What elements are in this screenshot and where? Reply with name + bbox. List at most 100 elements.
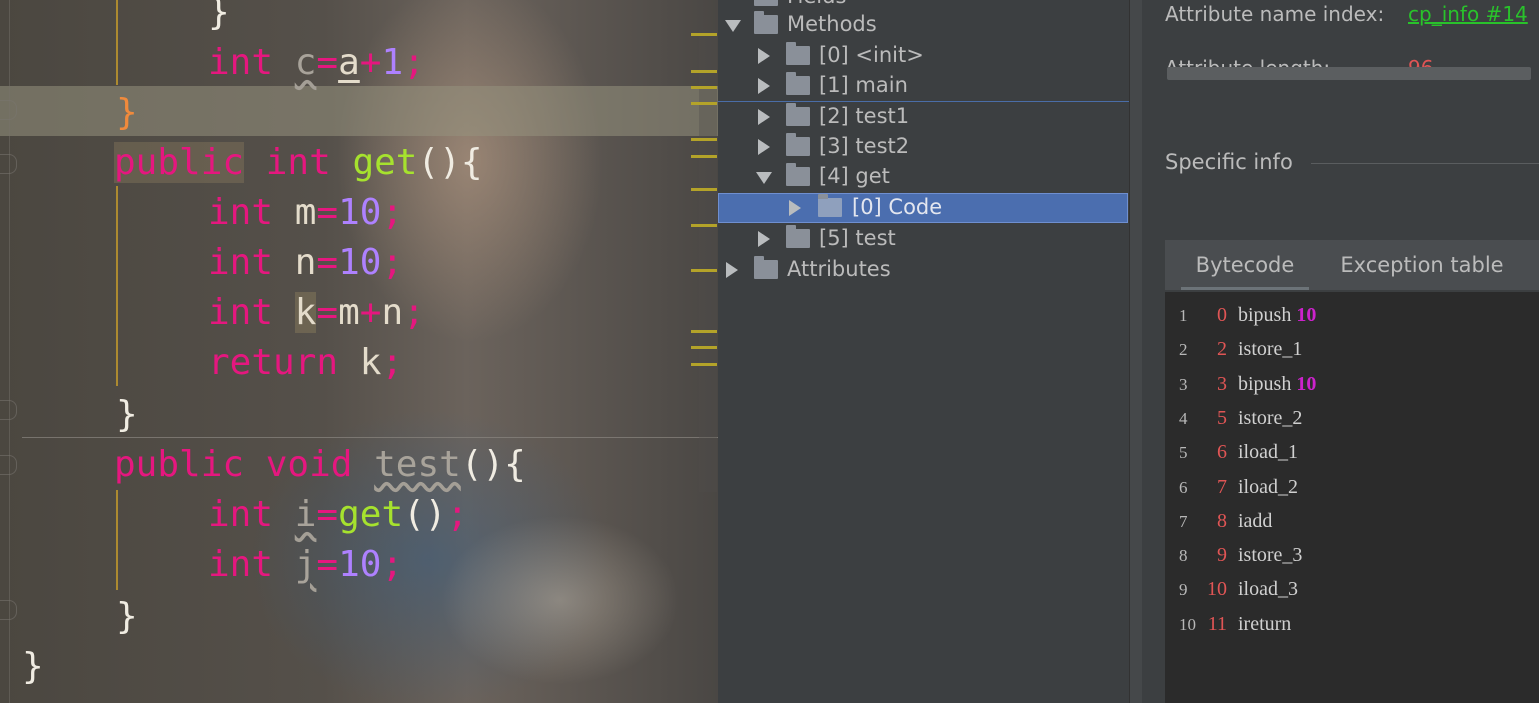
attribute-name-index-link[interactable]: cp_info #14 (1408, 2, 1528, 26)
tab-exception-table[interactable]: Exception table (1331, 240, 1513, 290)
error-stripe-marker[interactable] (691, 330, 717, 333)
code-token: 10 (338, 544, 382, 585)
chevron-down-icon[interactable] (756, 172, 772, 184)
tree-node-label: [1] main (819, 73, 908, 97)
code-line[interactable]: int m=10; (208, 188, 403, 238)
code-token: () (403, 494, 447, 535)
chevron-right-icon[interactable] (758, 78, 770, 94)
bytecode-opcode: iadd (1238, 509, 1273, 532)
code-token: m (338, 292, 360, 333)
code-token: ; (446, 494, 469, 535)
code-line[interactable]: int i=get(); (208, 490, 468, 540)
attribute-info-panel: Attribute name index: cp_info #14 Attrib… (1165, 0, 1539, 703)
fold-marker-icon[interactable] (0, 100, 17, 120)
tree-node-attributes[interactable]: Attributes (718, 255, 1129, 285)
tree-node-label: [3] test2 (819, 134, 910, 158)
code-token: ; (403, 42, 425, 83)
folder-icon (754, 11, 778, 34)
bytecode-offset: 5 (1217, 406, 1227, 429)
chevron-right-icon[interactable] (726, 262, 738, 278)
bytecode-opcode: istore_1 (1238, 338, 1303, 361)
bytecode-row: 10 11 ireturn (1165, 611, 1539, 645)
indent-guide (116, 186, 118, 386)
error-stripe-marker[interactable] (691, 346, 717, 349)
error-stripe-marker[interactable] (691, 155, 717, 158)
bytecode-listing: 1 0 bipush 10 2 2 istore_1 3 3 bipush 10 4 5 istore… (1165, 292, 1539, 703)
code-token: c (294, 42, 317, 83)
section-divider (1311, 163, 1539, 164)
error-stripe-marker[interactable] (691, 138, 717, 141)
code-token: i (294, 494, 317, 535)
bytecode-offset: 0 (1217, 304, 1227, 326)
splitter[interactable] (1129, 0, 1166, 703)
code-line[interactable]: return k; (208, 338, 403, 388)
code-token: public (114, 142, 245, 183)
error-stripe-marker[interactable] (691, 86, 717, 89)
error-stripe-marker[interactable] (691, 188, 717, 191)
editor-scrollbar[interactable] (699, 30, 717, 492)
tab-bytecode[interactable]: Bytecode (1181, 240, 1309, 290)
folder-icon (786, 72, 810, 95)
chevron-down-icon[interactable] (725, 20, 741, 32)
error-stripe-marker[interactable] (691, 70, 717, 73)
bytecode-operand: 10 (1296, 372, 1317, 395)
error-stripe-marker[interactable] (691, 33, 717, 36)
chevron-right-icon[interactable] (758, 48, 770, 64)
code-token: int (208, 292, 274, 333)
chevron-right-icon[interactable] (758, 231, 770, 247)
tree-node-method[interactable]: [2] test1 (718, 102, 1129, 132)
code-token: = (316, 494, 339, 535)
code-line[interactable]: int k=m+n; (208, 288, 425, 338)
code-token: 10 (338, 192, 382, 233)
code-line[interactable]: int c=a+1; (208, 38, 425, 88)
code-line[interactable]: } (116, 390, 138, 440)
class-structure-tree[interactable]: Fields Methods [0] <init> [1] main [2] t… (718, 0, 1129, 703)
code-line[interactable]: } (22, 642, 44, 692)
tree-node-code-selected[interactable]: [0] Code (718, 193, 1128, 223)
error-stripe-marker[interactable] (691, 269, 717, 272)
code-line[interactable]: } (116, 592, 138, 642)
code-line[interactable]: public void test(){ (114, 440, 526, 490)
chevron-right-icon[interactable] (758, 109, 770, 125)
code-line[interactable]: } (116, 88, 138, 138)
bytecode-instruction: iload_3 (1238, 578, 1298, 601)
code-token: = (316, 544, 339, 585)
tree-node-method[interactable]: [1] main (718, 71, 1129, 101)
chevron-right-icon[interactable] (758, 139, 770, 155)
code-token: int (208, 544, 274, 585)
fold-marker-icon[interactable] (0, 455, 17, 475)
code-token: = (316, 42, 339, 83)
indent-guide (116, 490, 118, 590)
code-token: m (294, 192, 317, 233)
error-stripe-marker[interactable] (691, 224, 717, 227)
error-stripe-marker[interactable] (691, 363, 717, 366)
code-line[interactable]: public int get(){ (114, 138, 483, 188)
code-line[interactable]: int n=10; (208, 238, 403, 288)
tree-node-methods[interactable]: Methods (718, 10, 1129, 40)
code-token: int (208, 494, 274, 535)
bytecode-row: 1 0 bipush 10 (1165, 302, 1539, 336)
bytecode-offset: 10 (1207, 578, 1227, 601)
tree-node-method[interactable]: [0] <init> (718, 41, 1129, 71)
error-stripe-marker[interactable] (691, 102, 717, 105)
fold-marker-icon[interactable] (0, 154, 17, 174)
fold-marker-icon[interactable] (0, 400, 17, 420)
code-line[interactable]: } (208, 0, 230, 38)
bytecode-row: 6 7 iload_2 (1165, 474, 1539, 508)
code-line[interactable]: int j=10; (208, 540, 403, 590)
horizontal-scrollbar[interactable] (1167, 67, 1531, 80)
bytecode-opcode: bipush (1238, 372, 1292, 395)
chevron-right-icon[interactable] (789, 200, 801, 216)
tree-node-method[interactable]: [5] test (718, 224, 1129, 254)
tree-node-method-get[interactable]: [4] get (718, 162, 1129, 192)
tree-node-method[interactable]: [3] test2 (718, 132, 1129, 162)
fold-marker-icon[interactable] (0, 600, 17, 620)
bytecode-instruction: iadd (1238, 510, 1272, 533)
code-token: + (359, 292, 382, 333)
code-editor[interactable]: } int c=a+1;} public int get(){int m=10; in… (0, 0, 718, 703)
bytecode-row: 9 10 iload_3 (1165, 576, 1539, 610)
